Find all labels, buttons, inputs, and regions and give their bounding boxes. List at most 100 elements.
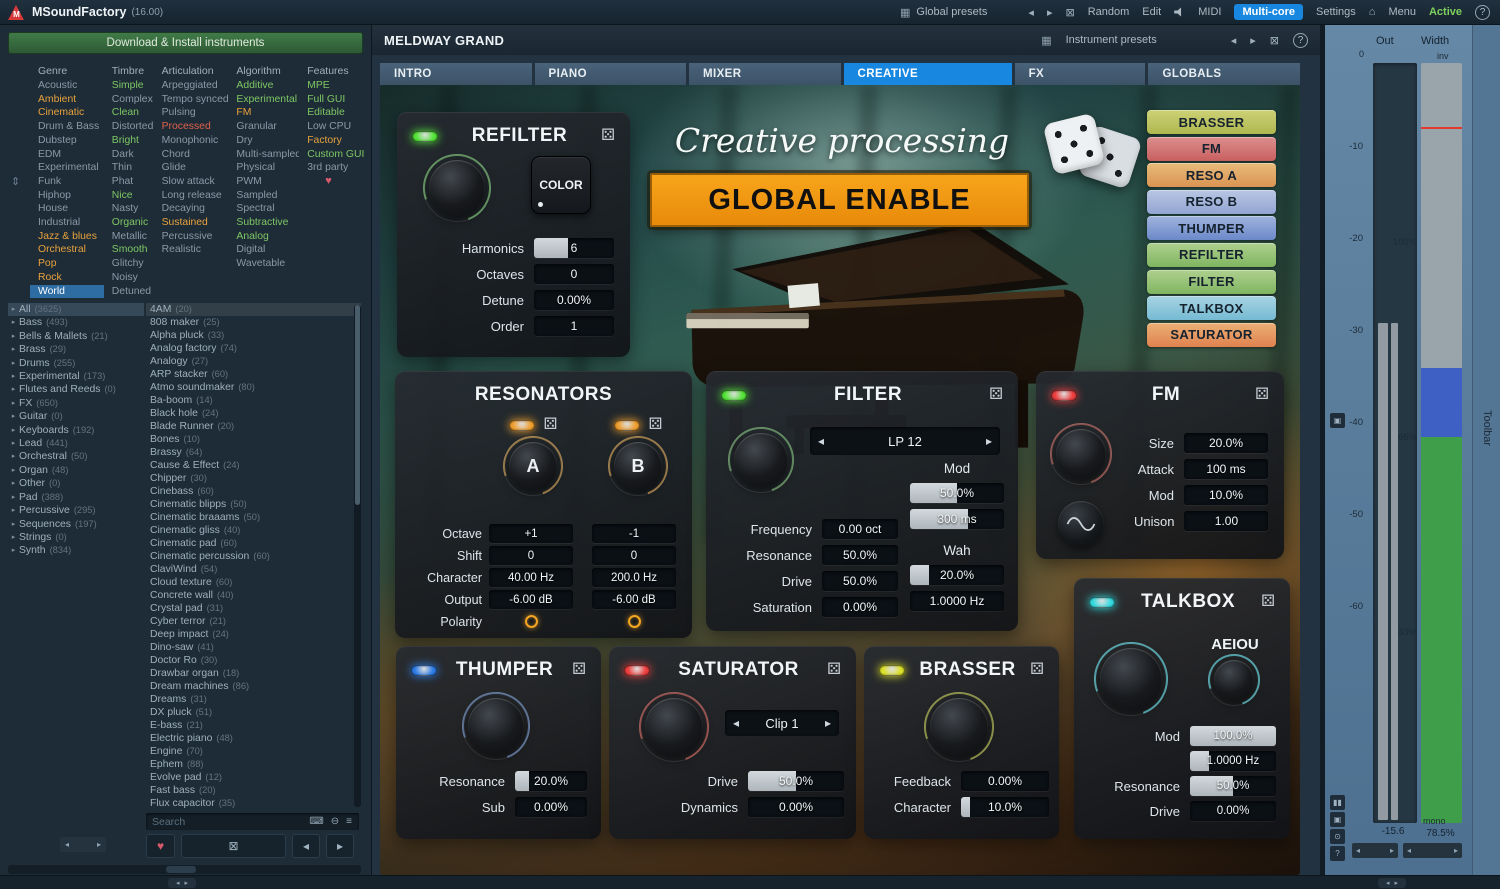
filter-tag[interactable]: Nasty xyxy=(104,202,154,216)
randomize-dice-icon[interactable]: ⚄ xyxy=(601,128,615,144)
preset-item[interactable]: Dream machines (86) xyxy=(146,680,361,693)
preset-item[interactable]: Deep impact (24) xyxy=(146,628,361,641)
width-readout[interactable]: 78.5% xyxy=(1419,828,1462,839)
tree-item[interactable]: ▸ Flutes and Reeds (0) xyxy=(8,383,144,396)
bottom-scroll-handle[interactable]: ◂▸ xyxy=(1378,878,1406,888)
browser-hscrollbar-handle[interactable] xyxy=(166,866,196,873)
global-presets-button[interactable]: ▦ Global presets xyxy=(900,6,987,19)
filter-tag[interactable]: Glitchy xyxy=(104,257,154,271)
preset-item[interactable]: Cinematic gliss (40) xyxy=(146,524,361,537)
filter-tag[interactable]: Acoustic xyxy=(30,79,104,93)
filter-tag[interactable]: Detuned xyxy=(104,285,154,299)
filter-type-value[interactable]: LP 12 xyxy=(824,434,986,449)
filter-tag[interactable]: Nice xyxy=(104,189,154,203)
tree-expander-icon[interactable]: ▸ xyxy=(8,383,19,396)
audio-icon[interactable] xyxy=(1174,7,1185,17)
tree-item[interactable]: ▸ All (3625) xyxy=(8,303,144,316)
monitor-icon[interactable]: ▣ xyxy=(1330,413,1345,428)
filter-tag[interactable]: Chord xyxy=(154,148,229,162)
filter-tag[interactable]: Custom GUI xyxy=(299,148,365,162)
filter-tag[interactable]: Industrial xyxy=(30,216,104,230)
param-value-box[interactable]: 10.0% xyxy=(961,797,1049,817)
filter-tag[interactable]: Dubstep xyxy=(30,134,104,148)
filter-tag[interactable]: Processed xyxy=(154,120,229,134)
home-icon[interactable]: ⌂ xyxy=(1369,6,1376,18)
install-instruments-button[interactable]: Download & Install instruments xyxy=(8,32,363,54)
filter-tag[interactable]: Hiphop xyxy=(30,189,104,203)
power-icon[interactable]: ⊙ xyxy=(1330,829,1345,844)
randomize-dice-icon[interactable]: ⚄ xyxy=(1255,387,1269,403)
filter-tag[interactable]: Funk xyxy=(30,175,104,189)
tree-expander-icon[interactable]: ▸ xyxy=(8,544,19,557)
tree-expander-icon[interactable]: ▸ xyxy=(8,437,19,450)
param-value-box[interactable]: 0.00% xyxy=(822,597,898,617)
filter-tag[interactable]: Metallic xyxy=(104,230,154,244)
tree-expander-icon[interactable]: ▸ xyxy=(8,410,19,423)
filter-tag[interactable]: Rock xyxy=(30,271,104,285)
param-value-box-a[interactable]: 40.00 Hz xyxy=(489,568,573,587)
saturator-mode-value[interactable]: Clip 1 xyxy=(739,716,825,731)
param-value-box[interactable]: 0.00% xyxy=(1190,801,1276,821)
preset-item[interactable]: ClaviWind (54) xyxy=(146,563,361,576)
resonator-b-knob[interactable]: B xyxy=(614,442,662,490)
tree-expander-icon[interactable]: ▸ xyxy=(8,343,19,356)
tree-expander-icon[interactable]: ▸ xyxy=(8,491,19,504)
preset-item[interactable]: Crystal pad (31) xyxy=(146,602,361,615)
preset-item[interactable]: Cinematic pad (60) xyxy=(146,537,361,550)
tree-expander-icon[interactable]: ▸ xyxy=(8,357,19,370)
talkbox-enable-led[interactable] xyxy=(1089,597,1115,608)
filter-tag[interactable]: Low CPU xyxy=(299,120,365,134)
preset-item[interactable]: Cause & Effect (24) xyxy=(146,459,361,472)
tab[interactable]: FX xyxy=(1015,63,1146,85)
panel-icon[interactable]: ▣ xyxy=(1330,812,1345,827)
preset-item[interactable]: Drawbar organ (18) xyxy=(146,667,361,680)
filter-tag[interactable]: PWM xyxy=(228,175,299,189)
fm-shape-knob[interactable] xyxy=(1058,501,1104,547)
preset-item[interactable]: Doctor Ro (30) xyxy=(146,654,361,667)
exclude-icon[interactable]: ⊖ xyxy=(331,816,339,827)
filter-tag[interactable]: Analog xyxy=(228,230,299,244)
no-preset-icon[interactable]: ⊠ xyxy=(1270,34,1279,47)
active-status[interactable]: Active xyxy=(1429,6,1462,18)
preset-item[interactable]: Atmo soundmaker (80) xyxy=(146,381,361,394)
mod-rate-box[interactable]: 300 ms xyxy=(910,509,1004,529)
preset-item[interactable]: Concrete wall (40) xyxy=(146,589,361,602)
tree-item[interactable]: ▸ Bass (493) xyxy=(8,316,144,329)
next-icon[interactable]: ▸ xyxy=(1250,34,1256,47)
filter-tag[interactable]: Realistic xyxy=(154,243,229,257)
browser-hscrollbar[interactable] xyxy=(8,865,361,874)
filter-main-knob[interactable] xyxy=(734,433,788,487)
param-value-box[interactable]: 0.00 oct xyxy=(822,519,898,539)
no-preset-icon[interactable]: ⊠ xyxy=(1065,6,1074,19)
tree-item[interactable]: ▸ Other (0) xyxy=(8,477,144,490)
param-value-box-a[interactable]: +1 xyxy=(489,524,573,543)
next-type-icon[interactable]: ▸ xyxy=(986,434,992,448)
resonator-a-enable-led[interactable] xyxy=(509,420,535,431)
filter-tag[interactable]: Orchestral xyxy=(30,243,104,257)
filter-tag[interactable]: Phat xyxy=(104,175,154,189)
tree-item[interactable]: ▸ Guitar (0) xyxy=(8,410,144,423)
tab[interactable]: GLOBALS xyxy=(1148,63,1300,85)
tree-expander-icon[interactable]: ▸ xyxy=(8,397,19,410)
tree-expander-icon[interactable]: ▸ xyxy=(8,303,19,316)
help-icon[interactable]: ? xyxy=(1330,846,1345,861)
fm-main-knob[interactable] xyxy=(1056,429,1106,479)
preset-item[interactable]: Brassy (64) xyxy=(146,446,361,459)
filter-tag[interactable]: Thin xyxy=(104,161,154,175)
filter-tag[interactable]: Pulsing xyxy=(154,106,229,120)
toolbar-strip[interactable]: Toolbar xyxy=(1472,25,1500,875)
param-value-box-b[interactable]: -6.00 dB xyxy=(592,590,676,609)
melda-logo-icon[interactable]: M xyxy=(8,5,25,20)
sort-icon[interactable]: ⇕ xyxy=(11,175,20,188)
refilter-enable-led[interactable] xyxy=(412,131,438,142)
filter-tag[interactable]: FM xyxy=(228,106,299,120)
global-enable-button[interactable]: GLOBAL ENABLE xyxy=(650,173,1029,227)
preset-item[interactable]: Analogy (27) xyxy=(146,355,361,368)
randomize-dice-icon[interactable]: ⚄ xyxy=(544,417,558,433)
fm-enable-led[interactable] xyxy=(1051,390,1077,401)
color-button[interactable]: COLOR xyxy=(531,156,591,214)
tree-expander-icon[interactable]: ▸ xyxy=(8,518,19,531)
preset-item[interactable]: 808 maker (25) xyxy=(146,316,361,329)
settings-button[interactable]: Settings xyxy=(1316,6,1356,18)
brasser-enable-led[interactable] xyxy=(879,665,905,676)
